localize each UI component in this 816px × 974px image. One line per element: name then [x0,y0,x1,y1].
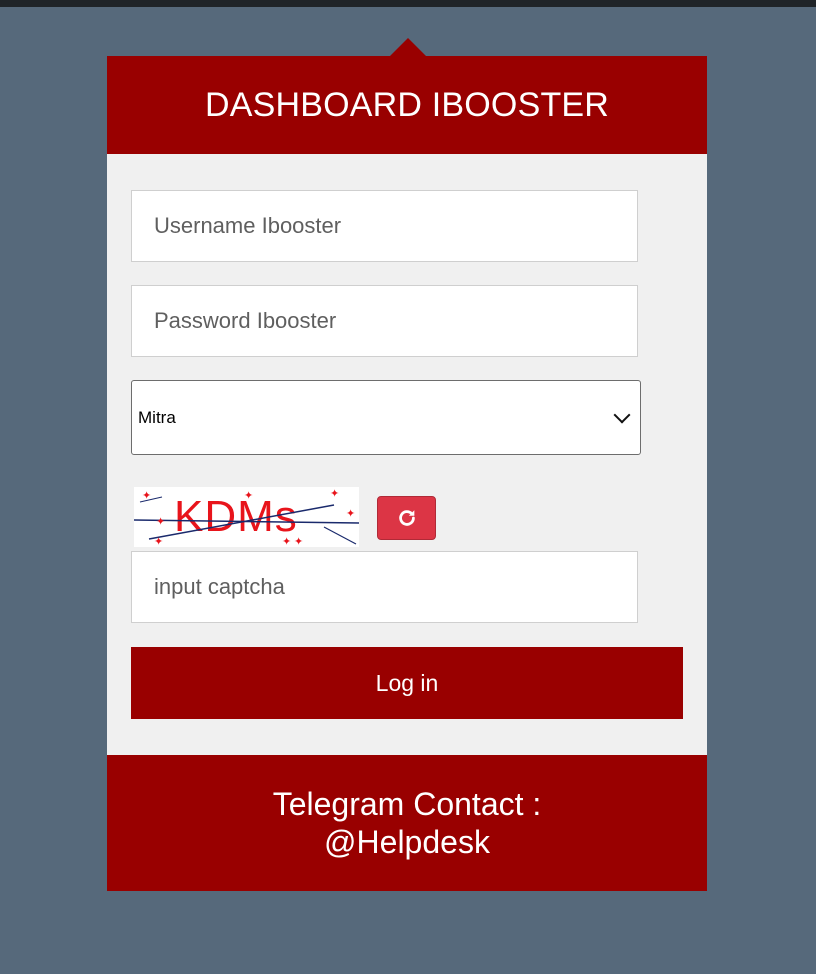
svg-text:✦: ✦ [244,489,253,502]
login-button[interactable]: Log in [131,647,683,719]
captcha-image: KDMs ✦ ✦ ✦ ✦ ✦ ✦ ✦ ✦ [133,487,360,548]
svg-text:✦: ✦ [346,507,355,520]
contact-label: Telegram Contact : [272,786,542,822]
svg-text:✦: ✦ [282,535,291,547]
username-input[interactable] [131,190,638,262]
chevron-down-icon [613,406,631,423]
top-bar [0,0,816,7]
svg-text:✦: ✦ [156,515,165,528]
captcha-text: KDMs [174,492,298,541]
login-form: Mitra KDMs ✦ ✦ ✦ ✦ ✦ ✦ ✦ ✦ [107,154,707,755]
login-card: DASHBOARD IBOOSTER Mitra KDMs ✦ ✦ ✦ ✦ [107,56,707,891]
refresh-icon [398,510,415,526]
login-header: DASHBOARD IBOOSTER [107,56,707,154]
svg-text:✦: ✦ [330,487,339,500]
svg-text:✦: ✦ [142,489,151,502]
card-pointer [390,38,426,56]
page-title: DASHBOARD IBOOSTER [204,85,610,124]
partner-select-value: Mitra [138,407,176,427]
telegram-contact: Telegram Contact : @Helpdesk [107,755,707,891]
partner-select[interactable]: Mitra [131,380,641,455]
contact-handle: @Helpdesk [324,824,490,860]
refresh-captcha-button[interactable] [377,496,436,540]
login-button-label: Log in [375,669,439,696]
password-input[interactable] [131,285,638,357]
svg-text:✦: ✦ [154,535,163,547]
svg-text:✦: ✦ [294,535,303,547]
captcha-input[interactable] [131,551,638,623]
